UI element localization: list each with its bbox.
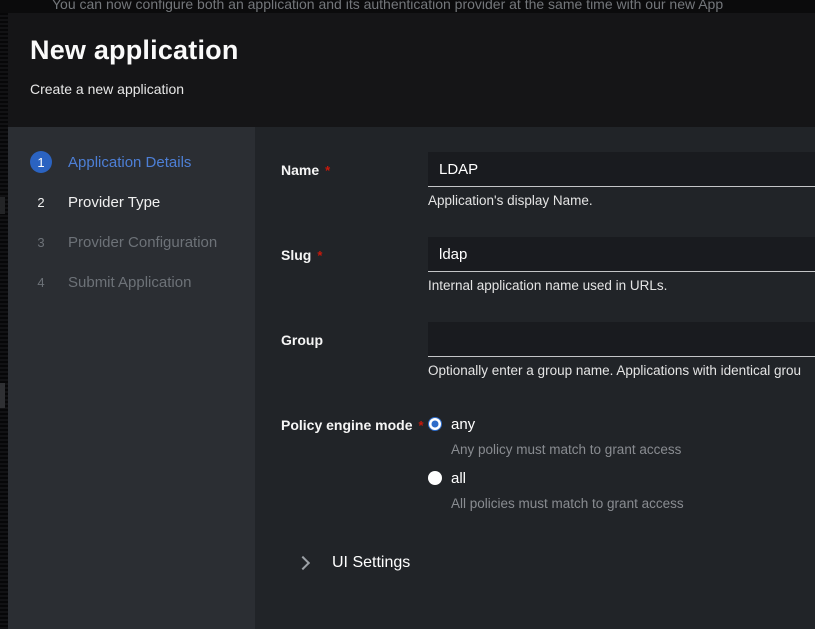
required-asterisk: * — [317, 248, 322, 263]
ui-settings-expander[interactable]: UI Settings — [281, 554, 815, 572]
name-help-text: Application's display Name. — [428, 194, 815, 208]
step-number-badge: 2 — [30, 191, 52, 213]
radio-all[interactable]: all — [428, 471, 815, 485]
policy-engine-mode-label: Policy engine mode — [281, 417, 412, 433]
group-label-col: Group — [281, 322, 428, 378]
radio-option-any: any Any policy must match to grant acces… — [428, 417, 815, 456]
radio-all-help-text: All policies must match to grant access — [451, 497, 815, 510]
wizard-step-application-details[interactable]: 1 Application Details — [30, 151, 255, 173]
name-label: Name — [281, 162, 319, 178]
group-label: Group — [281, 332, 323, 348]
form-row-policy-engine-mode: Policy engine mode * any Any policy must … — [281, 417, 815, 510]
step-label: Submit Application — [68, 274, 191, 291]
step-label: Provider Configuration — [68, 234, 217, 251]
radio-option-all: all All policies must match to grant acc… — [428, 471, 815, 510]
backdrop-strip — [0, 13, 8, 629]
group-input-col: Optionally enter a group name. Applicati… — [428, 322, 815, 378]
wizard-step-submit-application: 4 Submit Application — [30, 271, 255, 293]
slug-label: Slug — [281, 247, 311, 263]
radio-any-label[interactable]: any — [451, 416, 475, 433]
step-label: Provider Type — [68, 194, 160, 211]
slug-label-col: Slug * — [281, 237, 428, 293]
backdrop-fragment — [0, 197, 5, 214]
chevron-right-icon[interactable] — [296, 556, 310, 570]
name-input-col: Application's display Name. — [428, 152, 815, 208]
wizard-step-provider-type[interactable]: 2 Provider Type — [30, 191, 255, 213]
slug-input[interactable] — [428, 237, 815, 272]
application-details-form: Name * Application's display Name. Slug * … — [255, 127, 815, 629]
step-label: Application Details — [68, 154, 191, 171]
form-row-slug: Slug * Internal application name used in … — [281, 237, 815, 293]
radio-any-help-text: Any policy must match to grant access — [451, 443, 815, 456]
radio-unchecked-icon[interactable] — [428, 471, 442, 485]
ui-settings-label: UI Settings — [332, 554, 410, 572]
new-application-modal: New application Create a new application… — [8, 13, 815, 629]
form-row-group: Group Optionally enter a group name. App… — [281, 322, 815, 378]
group-help-text: Optionally enter a group name. Applicati… — [428, 364, 815, 378]
radio-all-label[interactable]: all — [451, 470, 466, 487]
announcement-text: You can now configure both an applicatio… — [52, 0, 723, 12]
slug-help-text: Internal application name used in URLs. — [428, 279, 815, 293]
modal-header: New application Create a new application — [8, 13, 815, 127]
step-number-badge: 4 — [30, 271, 52, 293]
policy-radio-group: any Any policy must match to grant acces… — [428, 417, 815, 510]
name-input[interactable] — [428, 152, 815, 187]
group-input[interactable] — [428, 322, 815, 357]
required-asterisk: * — [325, 163, 330, 178]
policy-label-col: Policy engine mode * — [281, 417, 428, 510]
wizard-step-nav: 1 Application Details 2 Provider Type 3 … — [8, 127, 255, 629]
name-label-col: Name * — [281, 152, 428, 208]
required-asterisk: * — [418, 418, 423, 433]
backdrop-fragment — [0, 383, 5, 408]
radio-checked-icon[interactable] — [428, 417, 442, 431]
announcement-banner: You can now configure both an applicatio… — [0, 0, 815, 13]
step-number-badge: 1 — [30, 151, 52, 173]
step-number-badge: 3 — [30, 231, 52, 253]
slug-input-col: Internal application name used in URLs. — [428, 237, 815, 293]
screen: You can now configure both an applicatio… — [0, 0, 815, 629]
form-row-name: Name * Application's display Name. — [281, 152, 815, 208]
wizard-step-provider-configuration: 3 Provider Configuration — [30, 231, 255, 253]
modal-title: New application — [30, 34, 815, 66]
modal-body: 1 Application Details 2 Provider Type 3 … — [8, 127, 815, 629]
radio-any[interactable]: any — [428, 417, 815, 431]
modal-subtitle: Create a new application — [30, 81, 815, 98]
